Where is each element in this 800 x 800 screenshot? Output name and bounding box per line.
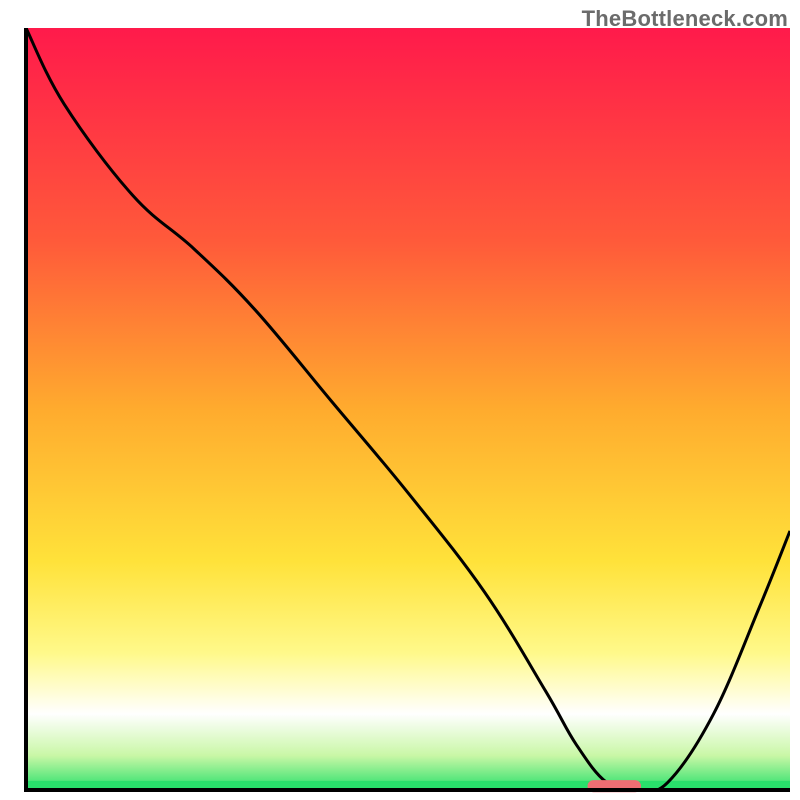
bottleneck-chart [0,0,800,800]
chart-container: TheBottleneck.com [0,0,800,800]
watermark-text: TheBottleneck.com [582,6,788,32]
plot-background [26,28,790,790]
